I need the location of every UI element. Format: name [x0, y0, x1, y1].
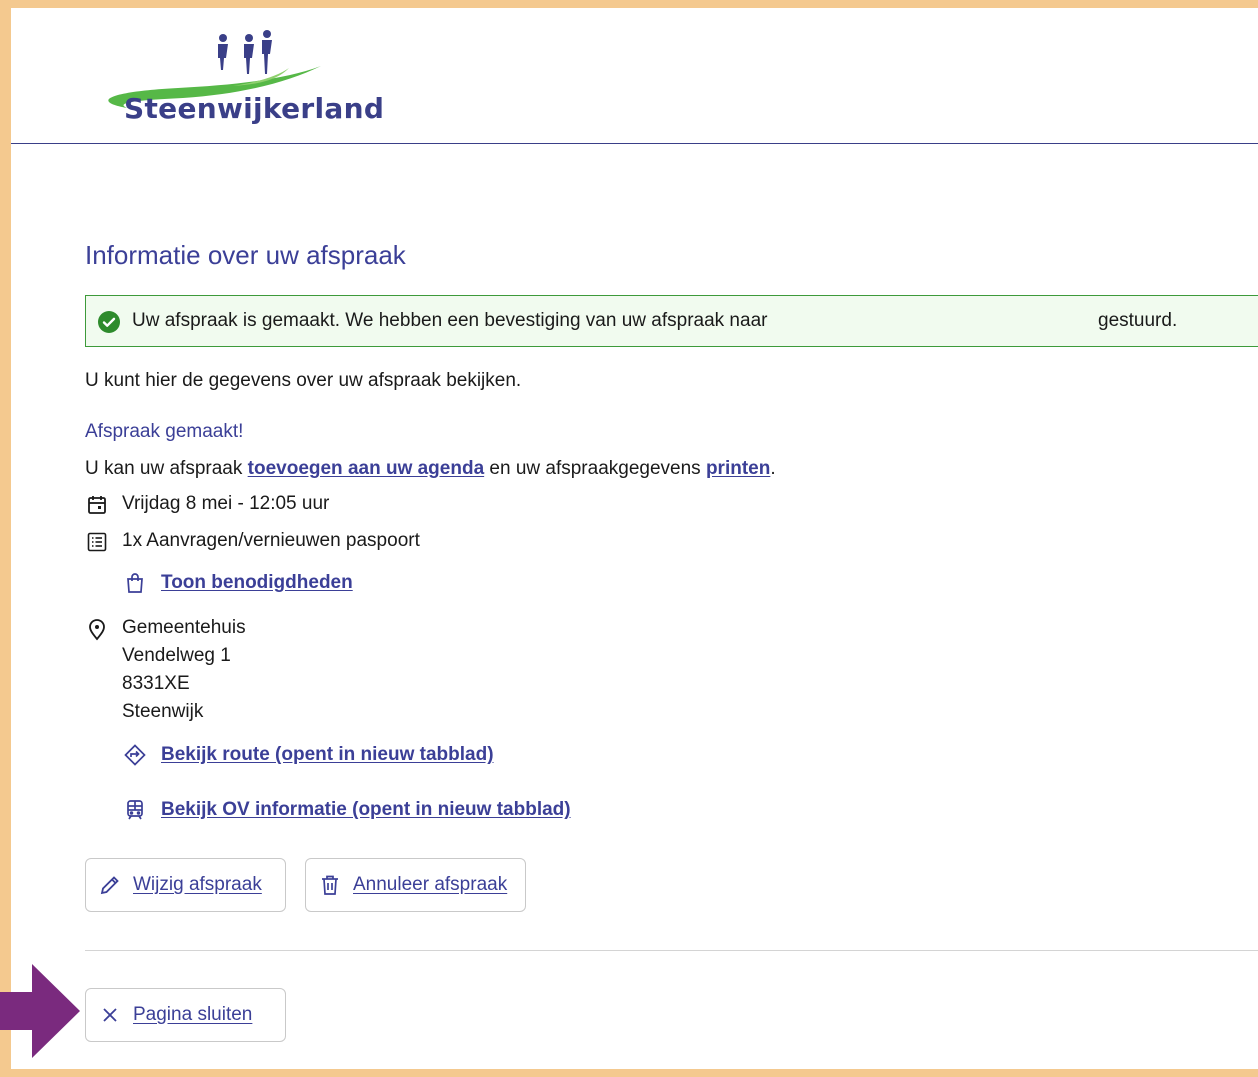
location-city: Steenwijk	[122, 701, 204, 722]
route-diamond-icon	[124, 744, 146, 766]
site-header: Steenwijkerland	[11, 8, 1258, 144]
address-block: Gemeentehuis Vendelweg 1 8331XE Steenwij…	[122, 614, 246, 726]
divider	[85, 950, 1258, 951]
pencil-icon	[100, 876, 119, 895]
appointment-service-row: 1x Aanvragen/vernieuwen paspoort	[85, 530, 420, 554]
view-route-link[interactable]: Bekijk route (opent in nieuw tabblad)	[161, 744, 494, 766]
location-name: Gemeentehuis	[122, 617, 246, 638]
check-circle-icon	[98, 311, 120, 333]
shopping-bag-icon	[127, 573, 143, 593]
print-link[interactable]: printen	[706, 458, 770, 479]
appointment-datetime-row: Vrijdag 8 mei - 12:05 uur	[85, 493, 329, 517]
edit-appointment-label: Wijzig afspraak	[133, 874, 262, 895]
trash-icon	[322, 875, 338, 895]
location-street: Vendelweg 1	[122, 645, 231, 666]
location-row: Gemeentehuis Vendelweg 1 8331XE Steenwij…	[85, 617, 246, 726]
close-page-label: Pagina sluiten	[133, 1004, 253, 1025]
view-ov-info-link[interactable]: Bekijk OV informatie (opent in nieuw tab…	[161, 799, 571, 821]
list-icon	[87, 532, 107, 552]
close-icon	[103, 1008, 117, 1022]
appointment-subheading: Afspraak gemaakt!	[85, 421, 244, 442]
sentence-part1: U kan uw afspraak	[85, 458, 248, 479]
requirements-row: Toon benodigdheden	[123, 571, 353, 595]
close-page-button[interactable]: Pagina sluiten	[85, 988, 286, 1042]
sentence-part2: en uw afspraakgegevens	[484, 458, 706, 479]
page-title: Informatie over uw afspraak	[85, 240, 406, 270]
success-alert: Uw afspraak is gemaakt. We hebben een be…	[85, 295, 1258, 347]
page-frame: Steenwijkerland Informatie over uw afspr…	[11, 8, 1258, 1069]
sentence-part3: .	[770, 458, 776, 479]
intro-text: U kunt hier de gegevens over uw afspraak…	[85, 370, 522, 391]
appointment-datetime: Vrijdag 8 mei - 12:05 uur	[122, 493, 330, 514]
route-row: Bekijk route (opent in nieuw tabblad)	[123, 743, 494, 767]
success-message: Uw afspraak is gemaakt. We hebben een be…	[132, 310, 768, 331]
cancel-appointment-label: Annuleer afspraak	[353, 874, 508, 895]
arrow-right-icon	[0, 964, 80, 1058]
edit-appointment-button[interactable]: Wijzig afspraak	[85, 858, 286, 912]
map-pin-icon	[89, 619, 105, 641]
ov-row: Bekijk OV informatie (opent in nieuw tab…	[123, 798, 571, 822]
train-icon	[127, 800, 143, 820]
calendar-icon	[88, 496, 106, 514]
calendar-print-sentence: U kan uw afspraak toevoegen aan uw agend…	[85, 458, 776, 480]
add-to-calendar-link[interactable]: toevoegen aan uw agenda	[248, 458, 485, 479]
success-suffix: gestuurd.	[1098, 310, 1178, 331]
show-requirements-link[interactable]: Toon benodigdheden	[161, 572, 353, 594]
logo-text: Steenwijkerland	[124, 92, 385, 125]
cancel-appointment-button[interactable]: Annuleer afspraak	[305, 858, 526, 912]
location-postcode: 8331XE	[122, 673, 190, 694]
appointment-service: 1x Aanvragen/vernieuwen paspoort	[122, 530, 420, 551]
